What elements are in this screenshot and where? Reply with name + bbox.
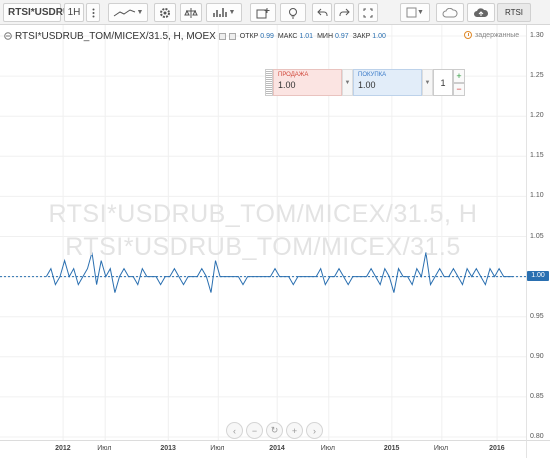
line-chart-icon[interactable]: ▼ bbox=[108, 3, 148, 22]
chevron-down-icon: ▼ bbox=[417, 9, 424, 16]
redo-icon[interactable] bbox=[334, 3, 354, 22]
more-vert-icon[interactable] bbox=[86, 3, 100, 22]
axis-corner bbox=[526, 440, 550, 458]
reset-icon[interactable]: ↻ bbox=[266, 422, 283, 439]
sell-button[interactable]: ПРОДАЖА 1.00 bbox=[273, 69, 342, 96]
y-tick-label: 1.20 bbox=[530, 112, 544, 120]
delayed-badge[interactable]: задержанные bbox=[464, 31, 519, 39]
buy-label: ПОКУПКА bbox=[358, 72, 387, 78]
settings-icon[interactable] bbox=[154, 3, 176, 22]
symbol-search[interactable]: RTSI*USDRUB bbox=[3, 3, 77, 22]
buy-price: 1.00 bbox=[358, 80, 376, 90]
chevron-down-icon[interactable]: ▼ bbox=[422, 69, 433, 96]
chevron-down-icon: ▼ bbox=[228, 9, 236, 16]
price-axis[interactable]: 1.30 1.25 1.20 1.15 1.10 1.05 1.00 0.95 0.90 0.85… bbox=[526, 25, 550, 440]
legend: RTSI*USDRUB_TOM/MICEX/31.5, H, MOEX ОТКР… bbox=[4, 30, 386, 42]
legend-close-icon[interactable] bbox=[228, 32, 236, 40]
y-tick-label: 0.85 bbox=[530, 392, 544, 400]
trade-widget: ПРОДАЖА 1.00 ▼ ПОКУПКА 1.00 ▼ 1 + − bbox=[265, 69, 465, 96]
cloud-upload-icon[interactable] bbox=[467, 3, 495, 22]
y-tick-label: 1.15 bbox=[530, 152, 544, 160]
cloud-icon[interactable] bbox=[436, 3, 464, 22]
x-tick-label: Июл bbox=[210, 445, 225, 452]
y-tick-label: 0.90 bbox=[530, 352, 544, 360]
zoom-in-icon[interactable]: + bbox=[286, 422, 303, 439]
chevron-down-icon[interactable]: ▼ bbox=[342, 69, 353, 96]
x-tick-label: 2015 bbox=[383, 445, 400, 452]
compare-icon[interactable] bbox=[180, 3, 202, 22]
watermark-line-2: RTSI*USDRUB_TOM/MICEX/31.5 bbox=[65, 233, 461, 261]
quantity-input[interactable]: 1 bbox=[433, 69, 453, 96]
y-tick-label: 1.10 bbox=[530, 192, 544, 200]
x-tick-label: Июл bbox=[97, 445, 112, 452]
collapse-icon[interactable] bbox=[4, 32, 12, 40]
chart-type-icon[interactable]: ▼ bbox=[400, 3, 430, 22]
x-tick-label: 2016 bbox=[489, 445, 505, 452]
legend-close-label: ЗАКР bbox=[352, 32, 371, 40]
decrement-button[interactable]: − bbox=[453, 82, 465, 96]
increment-button[interactable]: + bbox=[453, 69, 465, 83]
y-tick-label: 1.30 bbox=[530, 32, 544, 39]
y-tick-label: 1.25 bbox=[530, 72, 544, 80]
y-tick-label: 0.95 bbox=[530, 312, 544, 320]
legend-high-value: 1.01 bbox=[299, 32, 314, 40]
last-price-label: 1.00 bbox=[527, 271, 549, 281]
fullscreen-icon[interactable] bbox=[358, 3, 378, 22]
x-tick-label: Июл bbox=[433, 445, 449, 452]
legend-title: RTSI*USDRUB_TOM/MICEX/31.5, H, MOEX bbox=[15, 30, 216, 42]
chevron-down-icon: ▼ bbox=[136, 9, 144, 16]
buy-button[interactable]: ПОКУПКА 1.00 bbox=[353, 69, 422, 96]
scroll-left-icon[interactable]: ‹ bbox=[226, 422, 243, 439]
drag-handle[interactable] bbox=[265, 69, 273, 96]
legend-open-value: 0.99 bbox=[260, 32, 274, 40]
sell-price: 1.00 bbox=[278, 80, 296, 90]
indicators-icon[interactable]: ▼ bbox=[206, 3, 242, 22]
sell-label: ПРОДАЖА bbox=[278, 72, 309, 78]
legend-low-value: 0.97 bbox=[335, 32, 349, 40]
x-tick-label: 2014 bbox=[269, 445, 285, 452]
legend-settings-icon[interactable] bbox=[218, 32, 226, 40]
legend-open-label: ОТКР bbox=[239, 32, 259, 40]
time-axis[interactable]: 2012 Июл 2013 Июл 2014 Июл 2015 Июл 2016 bbox=[0, 440, 526, 458]
delayed-label: задержанные bbox=[475, 31, 520, 39]
chart-navigation: ‹ − ↻ + › bbox=[226, 422, 323, 439]
quantity-stepper: + − bbox=[453, 69, 465, 96]
idea-icon[interactable] bbox=[280, 3, 306, 22]
scroll-right-icon[interactable]: › bbox=[306, 422, 323, 439]
x-tick-label: Июл bbox=[320, 445, 335, 452]
legend-high-label: МАКС bbox=[277, 32, 298, 40]
y-tick-label: 1.05 bbox=[530, 232, 544, 240]
x-tick-label: 2013 bbox=[160, 445, 176, 452]
watermark-line-1: RTSI*USDRUB_TOM/MICEX/31.5, H bbox=[48, 200, 478, 228]
zoom-out-icon[interactable]: − bbox=[246, 422, 263, 439]
add-alert-icon[interactable] bbox=[250, 3, 276, 22]
clock-icon bbox=[464, 31, 472, 39]
x-tick-label: 2012 bbox=[55, 445, 71, 452]
legend-close-value: 1.00 bbox=[372, 32, 386, 40]
legend-low-label: МИН bbox=[317, 32, 333, 40]
rtsi-button[interactable]: RTSI bbox=[497, 3, 531, 22]
interval-button[interactable]: 1H bbox=[64, 3, 84, 22]
undo-icon[interactable] bbox=[312, 3, 332, 22]
toolbar: RTSI*USDRUB 1H ▼ ▼ ▼ RTSI bbox=[0, 0, 550, 25]
